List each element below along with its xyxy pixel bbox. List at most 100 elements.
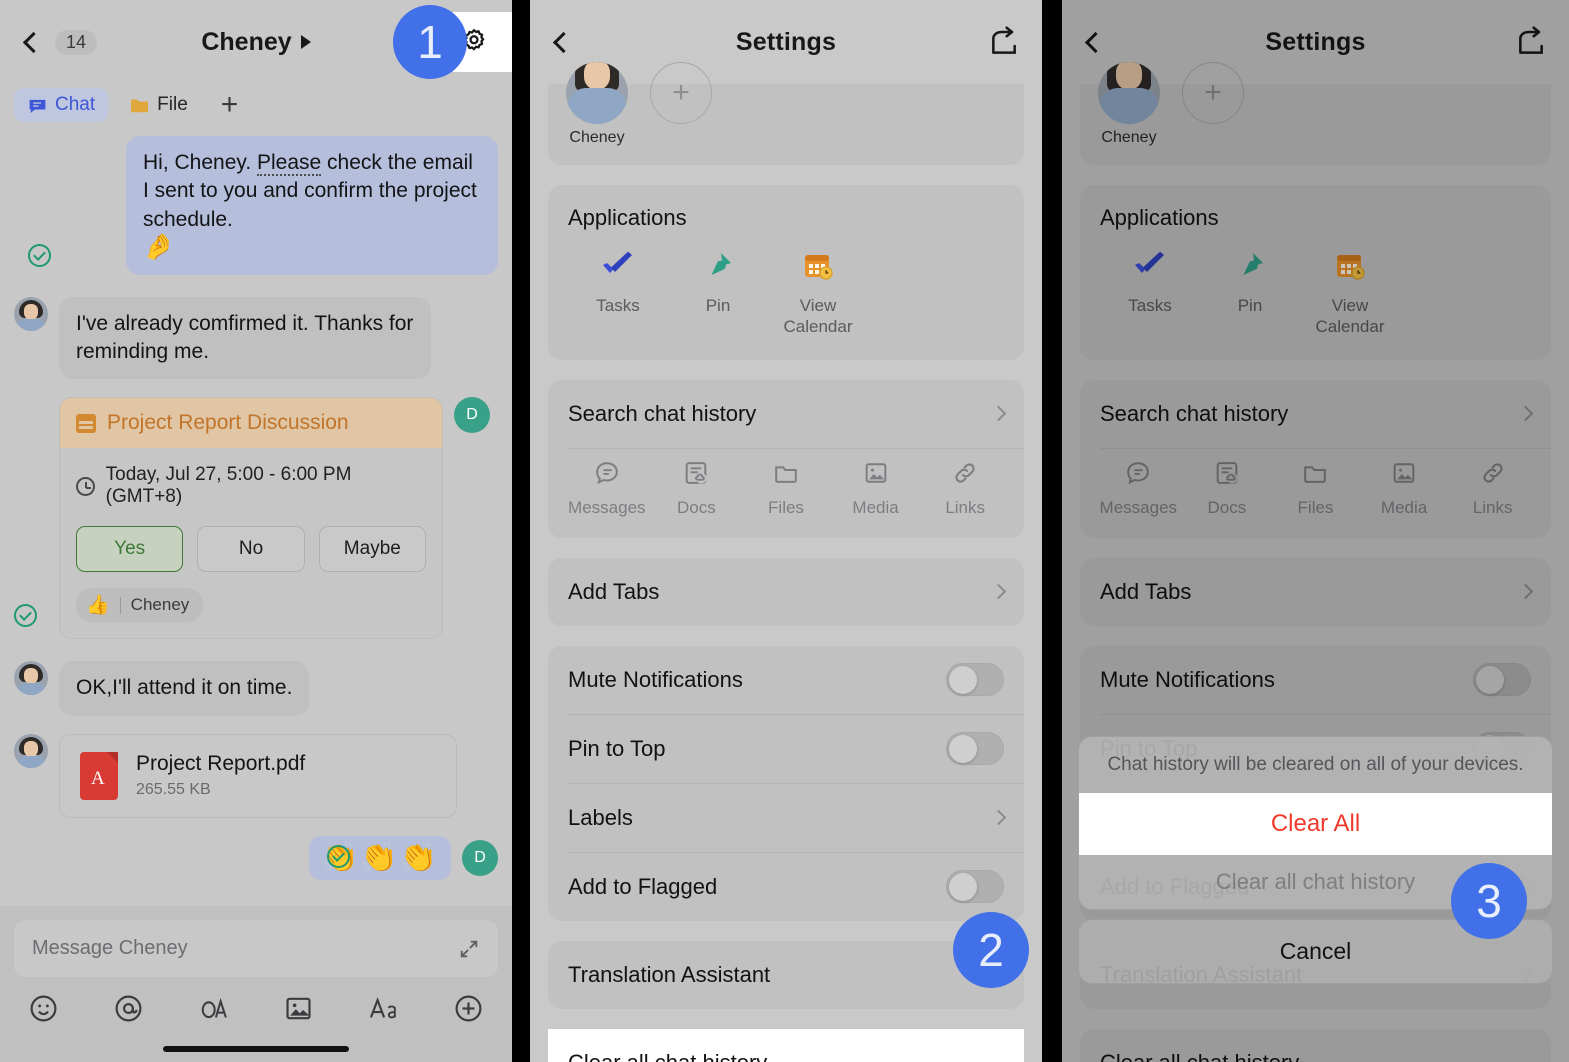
filter-links[interactable]: Links bbox=[920, 459, 1010, 518]
list-item-label: Search chat history bbox=[568, 400, 757, 426]
reaction-chip[interactable]: 👍 Cheney bbox=[76, 588, 204, 623]
app-view-calendar[interactable]: View Calendar bbox=[768, 251, 868, 338]
list-item-label: Add to Flagged bbox=[568, 873, 718, 899]
voice-to-text-icon[interactable] bbox=[198, 993, 229, 1024]
add-tabs-row[interactable]: Add Tabs bbox=[548, 558, 1024, 626]
mute-notifications-row[interactable]: Mute Notifications bbox=[548, 646, 1024, 714]
clear-all-button[interactable]: Clear All bbox=[1079, 793, 1552, 855]
link-icon bbox=[1483, 462, 1503, 483]
filter-docs[interactable]: Docs bbox=[652, 459, 742, 518]
filter-media[interactable]: Media bbox=[831, 459, 921, 518]
quick-filter-row: Messages Docs Files Media Links bbox=[1080, 449, 1551, 538]
file-message-row: A Project Report.pdf 265.55 KB bbox=[14, 733, 498, 818]
message-input[interactable]: Message Cheney bbox=[14, 920, 498, 977]
add-member-button: + bbox=[1182, 62, 1244, 147]
tab-chat-label: Chat bbox=[55, 94, 96, 115]
folder-outline-icon bbox=[1304, 465, 1327, 483]
labels-row[interactable]: Labels bbox=[548, 784, 1024, 852]
filter-label: Links bbox=[1472, 497, 1513, 517]
avatar[interactable] bbox=[14, 661, 48, 696]
filter-files: Files bbox=[1271, 459, 1360, 518]
add-tab-button[interactable]: + bbox=[209, 90, 251, 120]
step-badge-1: 1 bbox=[393, 5, 467, 79]
add-member-button[interactable]: + bbox=[650, 62, 712, 147]
member-name: Cheney bbox=[569, 129, 625, 146]
filter-docs: Docs bbox=[1183, 459, 1272, 518]
page-title: Settings bbox=[1265, 27, 1366, 56]
emoji-message-row: 👏👏👏 D bbox=[14, 835, 498, 880]
more-plus-icon[interactable] bbox=[453, 993, 484, 1024]
settings-scroll[interactable]: Cheney + Applications Tasks Pin View Cal… bbox=[530, 62, 1042, 1062]
pushpin-icon bbox=[711, 253, 731, 275]
add-to-flagged-row[interactable]: Add to Flagged bbox=[548, 853, 1024, 921]
filter-files[interactable]: Files bbox=[741, 459, 831, 518]
expand-icon[interactable] bbox=[458, 938, 480, 960]
step-badge-3: 3 bbox=[1451, 863, 1527, 939]
app-pin: Pin bbox=[1200, 251, 1300, 338]
members-card: Cheney + bbox=[548, 62, 1024, 165]
chat-message-list[interactable]: Hi, Cheney. Please check the email I sen… bbox=[0, 132, 512, 880]
app-label: Pin bbox=[705, 296, 731, 315]
image-icon[interactable] bbox=[283, 993, 314, 1024]
add-to-flagged-toggle[interactable] bbox=[946, 870, 1004, 903]
clear-history-card: Clear all chat history bbox=[548, 1028, 1024, 1062]
message-emoji: 🤌 bbox=[143, 233, 175, 262]
list-item-label: Mute Notifications bbox=[1100, 666, 1275, 692]
app-pin[interactable]: Pin bbox=[668, 251, 768, 338]
app-label: View Calendar bbox=[1315, 296, 1385, 337]
pin-to-top-row[interactable]: Pin to Top bbox=[548, 715, 1024, 783]
text-format-icon[interactable] bbox=[368, 993, 399, 1024]
folder-icon bbox=[131, 99, 149, 112]
filter-label: Files bbox=[1297, 497, 1334, 517]
doc-cloud-icon bbox=[1216, 461, 1238, 484]
avatar[interactable] bbox=[14, 733, 48, 768]
rsvp-maybe-button[interactable]: Maybe bbox=[318, 526, 426, 573]
message-bubble-incoming[interactable]: OK,I'll attend it on time. bbox=[59, 661, 310, 716]
app-tasks[interactable]: Tasks bbox=[568, 251, 668, 338]
clear-all-chat-history-row[interactable]: Clear all chat history bbox=[548, 1029, 1024, 1062]
quick-filter-row: Messages Docs Files Media Links bbox=[548, 449, 1024, 538]
search-history-card: Search chat history Messages Docs Files … bbox=[1080, 379, 1551, 538]
avatar[interactable] bbox=[14, 296, 48, 331]
filter-messages[interactable]: Messages bbox=[562, 459, 652, 518]
message-row: I've already comfirmed it. Thanks for re… bbox=[14, 296, 498, 380]
tab-chat[interactable]: Chat bbox=[14, 88, 109, 122]
file-name: Project Report.pdf bbox=[136, 752, 306, 776]
avatar-initial[interactable]: D bbox=[462, 839, 498, 876]
rsvp-no-button[interactable]: No bbox=[197, 526, 305, 573]
member-name: Cheney bbox=[1101, 129, 1157, 146]
message-icon bbox=[1127, 461, 1150, 484]
list-item-label: Clear all chat history bbox=[568, 1049, 768, 1062]
options-card: Mute Notifications Pin to Top Labels Add… bbox=[548, 645, 1024, 921]
list-item-label: Pin to Top bbox=[568, 735, 666, 761]
search-chat-history-row: Search chat history bbox=[1080, 380, 1551, 448]
filter-label: Media bbox=[1380, 497, 1428, 517]
step-badge-2: 2 bbox=[953, 912, 1029, 988]
mention-icon[interactable] bbox=[113, 993, 144, 1024]
tab-file[interactable]: File bbox=[116, 88, 201, 122]
reaction-author: Cheney bbox=[130, 595, 190, 615]
avatar-initial[interactable]: D bbox=[454, 397, 490, 434]
chevron-right-icon bbox=[990, 405, 1007, 422]
mute-notifications-toggle[interactable] bbox=[946, 663, 1004, 696]
file-attachment-card[interactable]: A Project Report.pdf 265.55 KB bbox=[59, 733, 457, 818]
search-chat-history-row[interactable]: Search chat history bbox=[548, 380, 1024, 448]
message-bubble-incoming[interactable]: I've already comfirmed it. Thanks for re… bbox=[59, 296, 431, 380]
emoji-icon[interactable] bbox=[28, 993, 59, 1024]
avatar bbox=[1098, 62, 1160, 124]
message-bubble-outgoing[interactable]: Hi, Cheney. Please check the email I sen… bbox=[126, 136, 498, 275]
page-title: Settings bbox=[735, 27, 837, 56]
meeting-invite-card[interactable]: Project Report Discussion Today, Jul 27,… bbox=[59, 397, 443, 640]
chevron-right-icon bbox=[1517, 405, 1534, 422]
message-icon bbox=[596, 461, 618, 484]
pin-to-top-toggle[interactable] bbox=[946, 732, 1004, 765]
chevron-right-icon bbox=[990, 809, 1007, 826]
member-item[interactable]: Cheney bbox=[566, 62, 628, 147]
filter-media: Media bbox=[1360, 459, 1449, 518]
sent-check-icon bbox=[28, 243, 51, 267]
search-history-card: Search chat history Messages Docs Files … bbox=[548, 379, 1024, 538]
clear-all-chat-history-row: Clear all chat history bbox=[1080, 1029, 1551, 1062]
add-tabs-card: Add Tabs bbox=[1080, 557, 1551, 626]
home-indicator bbox=[163, 1046, 349, 1052]
rsvp-yes-button[interactable]: Yes bbox=[76, 526, 184, 573]
